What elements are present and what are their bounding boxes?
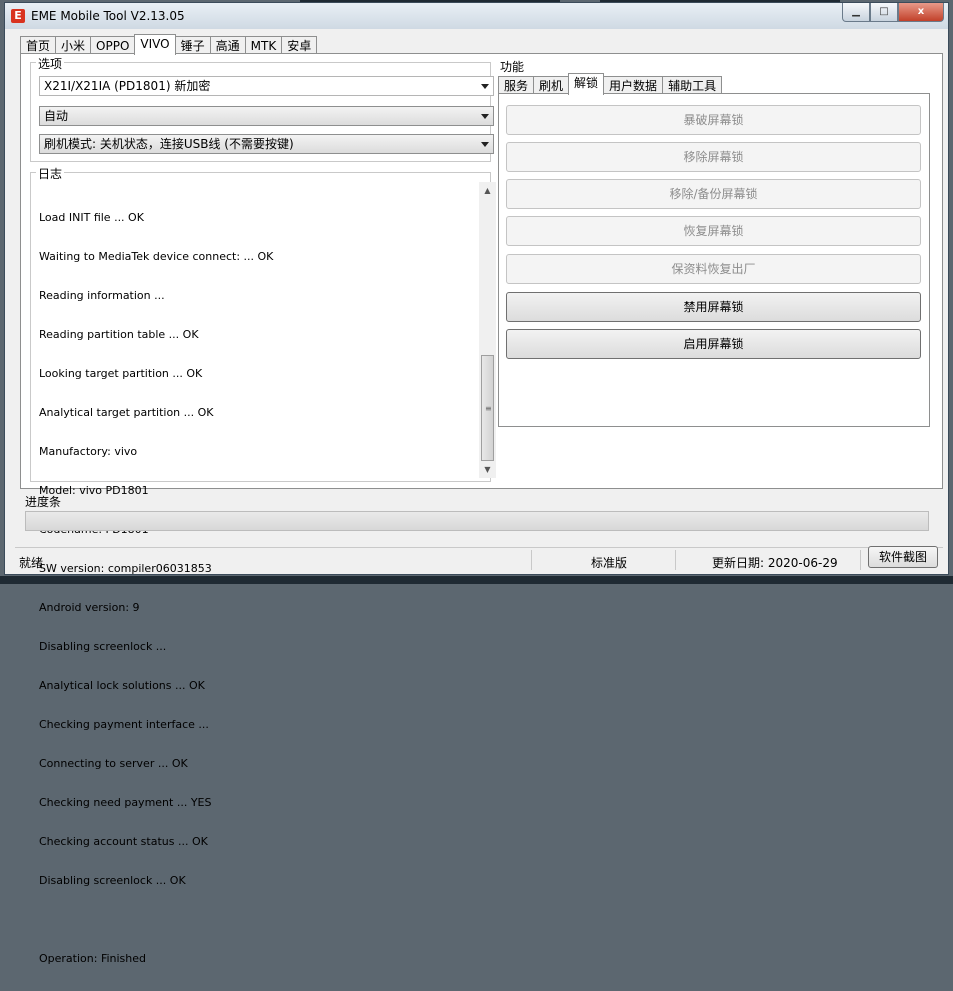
log-scrollbar[interactable]: ▲ ≡ ▼ bbox=[479, 182, 496, 478]
log-line: Android version: 9 bbox=[39, 601, 140, 614]
log-line: Manufactory: vivo bbox=[39, 445, 138, 458]
remove-backup-lock-button[interactable]: 移除/备份屏幕锁 bbox=[506, 179, 921, 209]
log-line: Disabling screenlock ... OK bbox=[39, 874, 186, 887]
title-bar[interactable]: E EME Mobile Tool V2.13.05 ▁ □ x bbox=[5, 3, 948, 29]
scroll-up-icon[interactable]: ▲ bbox=[479, 182, 496, 199]
log-line: Reading partition table ... OK bbox=[39, 328, 199, 341]
log-line: Connecting to server ... OK bbox=[39, 757, 188, 770]
log-line: Analytical lock solutions ... OK bbox=[39, 679, 205, 692]
scroll-down-icon[interactable]: ▼ bbox=[479, 461, 496, 478]
functions-group-label: 功能 bbox=[498, 58, 527, 75]
mode-select[interactable]: 自动 bbox=[39, 106, 494, 126]
tab-unlock[interactable]: 解锁 bbox=[568, 73, 605, 95]
progress-bar bbox=[25, 511, 929, 531]
chevron-down-icon bbox=[481, 84, 489, 89]
log-line: Operation: Finished bbox=[39, 952, 147, 965]
app-window: E EME Mobile Tool V2.13.05 ▁ □ x 首页 小米 O… bbox=[4, 2, 949, 965]
log-line: Analytical target partition ... OK bbox=[39, 406, 214, 419]
tab-vivo[interactable]: VIVO bbox=[134, 34, 176, 55]
model-select[interactable]: X21I/X21IA (PD1801) 新加密 bbox=[39, 76, 494, 96]
restore-lock-button[interactable]: 恢复屏幕锁 bbox=[506, 216, 921, 246]
screenshot-button[interactable]: 软件截图 bbox=[868, 546, 938, 568]
brute-force-lock-button[interactable]: 暴破屏幕锁 bbox=[506, 105, 921, 135]
log-group-label: 日志 bbox=[36, 165, 65, 182]
window-title: EME Mobile Tool V2.13.05 bbox=[31, 9, 185, 23]
function-tabs: 服务 刷机 解锁 用户数据 辅助工具 bbox=[498, 73, 723, 95]
options-group-label: 选项 bbox=[36, 55, 65, 72]
status-divider bbox=[675, 550, 676, 570]
flash-mode-select-value: 刷机模式: 关机状态，连接USB线 (不需要按键) bbox=[44, 137, 294, 151]
status-divider bbox=[860, 550, 861, 570]
log-line: Checking account status ... OK bbox=[39, 835, 208, 848]
progress-label: 进度条 bbox=[25, 495, 62, 509]
log-line: Disabling screenlock ... bbox=[39, 640, 167, 653]
status-text: 就绪 bbox=[19, 556, 44, 570]
maximize-button[interactable]: □ bbox=[870, 3, 898, 22]
close-button[interactable]: x bbox=[898, 3, 944, 22]
update-date: 更新日期: 2020-06-29 bbox=[712, 556, 838, 570]
log-line: Model: vivo PD1801 bbox=[39, 484, 149, 497]
main-tabs: 首页 小米 OPPO VIVO 锤子 高通 MTK 安卓 bbox=[20, 34, 318, 55]
log-line: Reading information ... bbox=[39, 289, 165, 302]
enable-lock-button[interactable]: 启用屏幕锁 bbox=[506, 329, 921, 359]
flash-mode-select[interactable]: 刷机模式: 关机状态，连接USB线 (不需要按键) bbox=[39, 134, 494, 154]
log-line: Waiting to MediaTek device connect: ... … bbox=[39, 250, 274, 263]
log-output[interactable]: Load INIT file ... OK Waiting to MediaTe… bbox=[39, 185, 469, 965]
log-line: Load INIT file ... OK bbox=[39, 211, 144, 224]
app-logo-icon: E bbox=[11, 9, 25, 23]
remove-lock-button[interactable]: 移除屏幕锁 bbox=[506, 142, 921, 172]
chevron-down-icon bbox=[481, 142, 489, 147]
disable-lock-button[interactable]: 禁用屏幕锁 bbox=[506, 292, 921, 322]
mode-select-value: 自动 bbox=[44, 109, 69, 123]
window-controls: ▁ □ x bbox=[842, 3, 944, 23]
log-line: Checking payment interface ... bbox=[39, 718, 209, 731]
model-select-value: X21I/X21IA (PD1801) 新加密 bbox=[44, 79, 211, 93]
minimize-button[interactable]: ▁ bbox=[842, 3, 870, 22]
status-bar: 就绪 标准版 更新日期: 2020-06-29 bbox=[15, 547, 943, 572]
factory-reset-keep-data-button[interactable]: 保资料恢复出厂 bbox=[506, 254, 921, 284]
chevron-down-icon bbox=[481, 114, 489, 119]
scrollbar-thumb[interactable]: ≡ bbox=[481, 355, 494, 461]
log-line: Checking need payment ... YES bbox=[39, 796, 212, 809]
status-divider bbox=[531, 550, 532, 570]
vivo-tab-panel: 选项 X21I/X21IA (PD1801) 新加密 自动 刷机模式: 关机状态… bbox=[20, 53, 943, 965]
grip-icon: ≡ bbox=[485, 404, 492, 413]
edition-label: 标准版 bbox=[591, 556, 628, 570]
log-line: Looking target partition ... OK bbox=[39, 367, 203, 380]
